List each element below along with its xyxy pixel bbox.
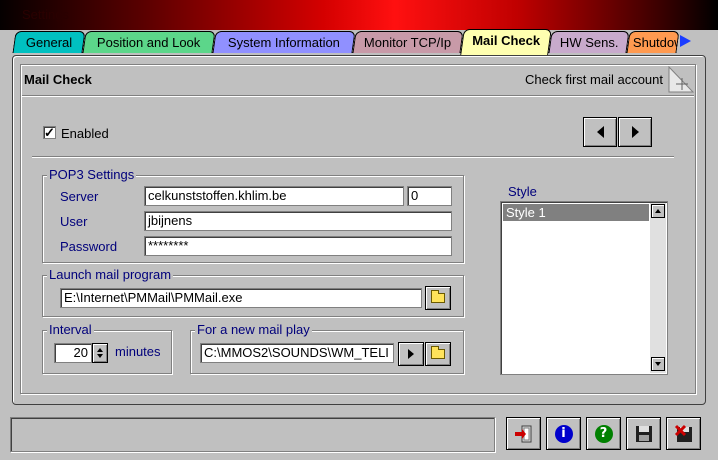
tab-monitor-tcpip[interactable]: Monitor TCP/Ip xyxy=(352,31,464,53)
scroll-up-button[interactable] xyxy=(651,204,665,218)
page-title: Mail Check xyxy=(24,72,92,87)
tab-general-label: General xyxy=(25,35,73,50)
enabled-label: Enabled xyxy=(61,126,109,141)
tab-mail-check-label: Mail Check xyxy=(472,33,541,48)
launch-mail-program-legend: Launch mail program xyxy=(47,267,174,282)
cancel-button[interactable] xyxy=(666,417,701,450)
interval-spinner[interactable] xyxy=(92,343,108,363)
server-label: Server xyxy=(60,189,99,204)
folder-icon xyxy=(431,290,445,303)
tab-hw-sens-label: HW Sens. xyxy=(559,35,619,50)
password-input[interactable]: ******** xyxy=(144,236,452,256)
account-caption: Check first mail account xyxy=(525,72,663,87)
server-input[interactable]: celkunststoffen.khlim.be xyxy=(144,186,404,206)
page-fold-icon[interactable] xyxy=(668,66,694,94)
exit-button[interactable] xyxy=(506,417,541,450)
tab-position-and-look[interactable]: Position and Look xyxy=(82,31,216,53)
tab-system-information[interactable]: System Information xyxy=(212,31,356,53)
user-label: User xyxy=(60,214,88,229)
tab-system-information-label: System Information xyxy=(227,35,340,50)
scroll-up-icon xyxy=(655,209,661,213)
folder-icon xyxy=(431,346,445,359)
save-disk-icon xyxy=(635,425,652,442)
browse-sound-button[interactable] xyxy=(425,342,451,366)
help-icon: ? xyxy=(594,424,613,443)
title-bar[interactable]: Settings xyxy=(0,0,718,30)
scroll-down-button[interactable] xyxy=(651,357,665,371)
pop3-settings-legend: POP3 Settings xyxy=(47,167,137,182)
tab-position-and-look-label: Position and Look xyxy=(97,35,201,50)
tab-shutdown-label: Shutdown xyxy=(632,35,680,50)
password-label: Password xyxy=(60,239,118,254)
interval-legend: Interval xyxy=(47,322,94,337)
user-input[interactable]: jbijnens xyxy=(144,211,452,231)
spin-up-icon xyxy=(97,348,103,352)
tab-scroll-right-icon[interactable] xyxy=(680,35,691,47)
previous-account-button[interactable] xyxy=(583,117,617,147)
tab-hw-sens[interactable]: HW Sens. xyxy=(548,31,630,53)
tab-monitor-tcpip-label: Monitor TCP/Ip xyxy=(364,35,452,50)
arrow-right-icon xyxy=(631,126,639,138)
interval-unit-label: minutes xyxy=(115,344,161,359)
scroll-down-icon xyxy=(655,362,661,366)
section-divider xyxy=(32,156,674,158)
arrow-left-icon xyxy=(596,126,604,138)
enabled-checkbox[interactable]: ✓ xyxy=(43,126,56,139)
window-title: Settings xyxy=(22,7,69,22)
exit-door-icon xyxy=(514,425,531,442)
sound-path-input[interactable]: C:\MMOS2\SOUNDS\WM_TELI xyxy=(200,343,394,363)
tab-general[interactable]: General xyxy=(12,31,86,53)
help-button[interactable]: ? xyxy=(586,417,621,450)
info-icon: i xyxy=(554,424,573,443)
port-input[interactable]: 0 xyxy=(407,186,452,206)
new-mail-sound-legend: For a new mail play xyxy=(195,322,312,337)
play-sound-button[interactable] xyxy=(398,342,424,366)
style-list-item[interactable]: Style 1 xyxy=(503,204,649,221)
tab-shutdown[interactable]: Shutdown xyxy=(626,31,680,53)
interval-input[interactable]: 20 xyxy=(54,343,92,363)
save-button[interactable] xyxy=(626,417,661,450)
style-listbox[interactable]: Style 1 xyxy=(500,201,668,375)
browse-mail-program-button[interactable] xyxy=(425,286,451,310)
header-divider xyxy=(22,95,694,97)
tab-mail-check[interactable]: Mail Check xyxy=(460,29,552,55)
info-button[interactable]: i xyxy=(546,417,581,450)
style-scrollbar[interactable] xyxy=(650,203,666,373)
style-label: Style xyxy=(508,184,537,199)
status-bar xyxy=(10,417,495,452)
play-icon xyxy=(408,349,414,359)
mail-program-path-input[interactable]: E:\Internet\PMMail\PMMail.exe xyxy=(60,288,422,308)
next-account-button[interactable] xyxy=(618,117,652,147)
spin-down-icon xyxy=(97,354,103,358)
cancel-disk-icon xyxy=(674,424,692,442)
